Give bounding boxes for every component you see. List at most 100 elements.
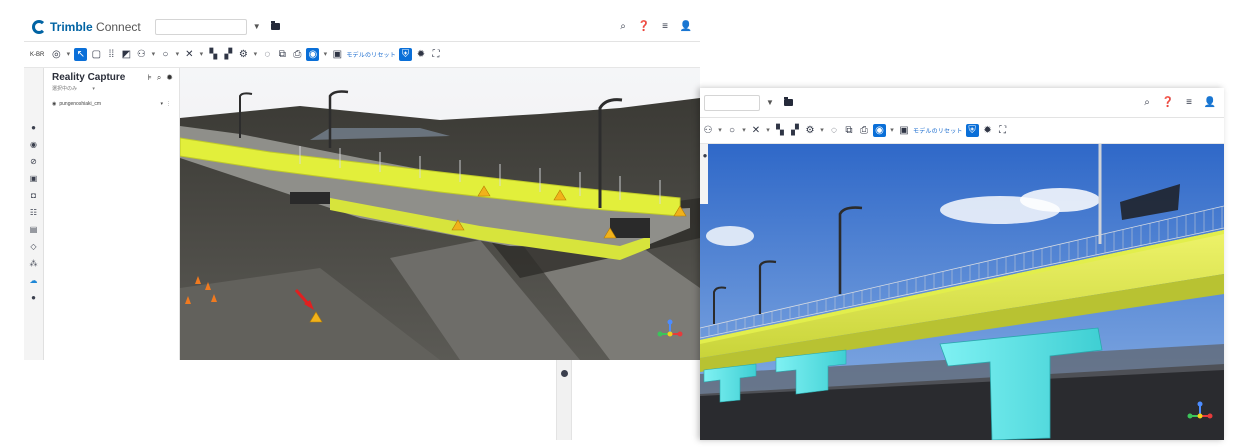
shield-icon[interactable]: ⛨ — [398, 48, 412, 61]
search-icon[interactable]: ⌕ — [1141, 97, 1153, 109]
user-icon[interactable]: 👤 — [1204, 97, 1216, 109]
help-icon[interactable]: ❓ — [1162, 97, 1174, 109]
menu-icon[interactable]: ≡ — [1183, 97, 1195, 109]
section-box-icon[interactable]: ▞ — [222, 49, 234, 61]
tree-icon[interactable]: ⚇ — [702, 125, 714, 137]
markup-icon[interactable]: ◌ — [261, 49, 273, 61]
chevron-down-icon[interactable]: ▾ — [174, 49, 180, 61]
viewer-toolbar: K-BR ◎ ▾ ↖ ▢ ⁞⁞ ◩ ⚇ ▾ ○ ▾ ✕ ▾ ▚ ▞ ⚙ ▾ ◌ ⧉ ⎙ ◉… — [24, 42, 700, 68]
checklist-icon[interactable]: ▣ — [29, 173, 39, 183]
image-icon[interactable]: ▤ — [29, 224, 39, 234]
app-logo[interactable]: Trimble Connect — [32, 19, 141, 34]
copy-icon[interactable]: ⧉ — [276, 49, 288, 61]
view-eye-icon[interactable]: ◉ — [306, 48, 320, 61]
cluster-icon[interactable]: ⁂ — [29, 258, 39, 268]
panel-filter-dropdown[interactable]: 選択中のみ ▾ — [52, 85, 171, 92]
chevron-down-icon[interactable]: ▾ — [741, 125, 747, 137]
help-icon[interactable]: ❓ — [638, 21, 650, 33]
search-icon[interactable]: ⌕ — [617, 21, 629, 33]
chevron-down-icon[interactable]: ▼ — [766, 98, 774, 107]
chevron-down-icon[interactable]: ▾ — [717, 125, 723, 137]
header-actions: ⌕ ❓ ≡ 👤 — [617, 12, 692, 42]
list-icon[interactable]: ☷ — [29, 207, 39, 217]
help-circle-icon[interactable]: ● — [29, 292, 39, 302]
layer-name: pungenoshiaki_cm — [59, 101, 102, 107]
bridge-model-scene — [700, 144, 1224, 440]
link-icon[interactable]: ⊘ — [29, 156, 39, 166]
section-icon[interactable]: ▚ — [774, 125, 786, 137]
copy-icon[interactable]: ⧉ — [843, 125, 855, 137]
search-icon[interactable]: ⌕ — [157, 73, 161, 83]
circle-icon[interactable]: ○ — [726, 125, 738, 137]
settings-icon[interactable]: ✹ — [166, 73, 173, 83]
app-header: Trimble Connect ▼ ⌕ ❓ ≡ 👤 — [24, 12, 700, 42]
model-reset-button[interactable]: モデルのリセット — [913, 126, 963, 135]
settings-icon[interactable]: ⚙ — [804, 125, 816, 137]
clipboard-icon[interactable]: ⎙ — [291, 49, 303, 61]
save-icon[interactable]: ▣ — [331, 49, 343, 61]
section-box-icon[interactable]: ▞ — [789, 125, 801, 137]
view-eye-icon[interactable]: ◉ — [873, 124, 886, 137]
logo-suffix: Connect — [96, 19, 141, 34]
folder-icon[interactable] — [783, 97, 793, 106]
circle-icon[interactable]: ○ — [159, 49, 171, 61]
back-label[interactable]: K-BR — [30, 52, 44, 58]
select-pointer-icon[interactable]: ↖ — [74, 48, 88, 61]
chevron-down-icon[interactable]: ▾ — [150, 49, 156, 61]
tag-icon[interactable]: ◇ — [29, 241, 39, 251]
gear-icon[interactable]: ✹ — [982, 125, 994, 137]
save-icon[interactable]: ▣ — [898, 125, 910, 137]
left-connect-window: Trimble Connect ▼ ⌕ ❓ ≡ 👤 K-BR ◎ ▾ ↖ ▢ ⁞⁞… — [24, 12, 700, 360]
panel-tools: ⊧ ⌕ ✹ — [148, 73, 173, 83]
gear-icon[interactable]: ✹ — [415, 49, 427, 61]
chevron-down-icon[interactable]: ▾ — [819, 125, 825, 137]
fullscreen-icon[interactable]: ⛶ — [997, 125, 1009, 137]
project-selector[interactable] — [154, 18, 247, 35]
user-icon[interactable]: 👤 — [680, 21, 692, 33]
grid-icon[interactable]: ⁞⁞ — [105, 49, 117, 61]
tree-icon[interactable]: ⚇ — [135, 49, 147, 61]
chevron-down-icon[interactable]: ▾ — [889, 125, 895, 137]
visibility-icon[interactable]: ◎ — [50, 49, 62, 61]
model-reset-button[interactable]: モデルのリセット — [346, 50, 396, 59]
header-actions: ⌕ ❓ ≡ 👤 — [1141, 88, 1216, 118]
location-icon[interactable]: ◉ — [29, 139, 39, 149]
markup-icon[interactable]: ◌ — [828, 125, 840, 137]
side-rail: ● — [700, 144, 708, 204]
chevron-down-icon[interactable]: ▾ — [65, 49, 71, 61]
panel-subtitle: 選択中のみ — [52, 86, 78, 92]
shield-icon[interactable]: ⛨ — [965, 124, 979, 137]
chevron-down-icon[interactable]: ▼ — [253, 22, 261, 31]
model-icon[interactable]: ◩ — [120, 49, 132, 61]
hidden-panel-strip — [556, 360, 572, 440]
help-circle-icon[interactable] — [561, 370, 568, 377]
folder-icon[interactable] — [270, 21, 280, 30]
filter-icon[interactable]: ⊧ — [148, 73, 152, 83]
measure-icon[interactable]: ✕ — [183, 49, 195, 61]
chevron-down-icon[interactable]: ▾ — [198, 49, 204, 61]
point-cloud-scene — [180, 68, 700, 360]
list-item[interactable]: ◉ pungenoshiaki_cm ▾ ⋮ — [52, 101, 171, 107]
clipboard-icon[interactable]: ⎙ — [858, 125, 870, 137]
chevron-down-icon[interactable]: ▾ — [765, 125, 771, 137]
viewer-toolbar: ⚇ ▾ ○ ▾ ✕ ▾ ▚ ▞ ⚙ ▾ ◌ ⧉ ⎙ ◉ ▾ ▣ モデルのリセット ⛨ ✹ … — [700, 118, 1224, 144]
settings-icon[interactable]: ⚙ — [237, 49, 249, 61]
cloud-icon[interactable]: ☁ — [29, 275, 39, 285]
camera-icon[interactable]: ◘ — [29, 190, 39, 200]
logo-text: Trimble — [50, 19, 93, 34]
point-cloud-viewer[interactable] — [180, 68, 700, 360]
fullscreen-icon[interactable]: ⛶ — [430, 49, 442, 61]
box-select-icon[interactable]: ▢ — [90, 49, 102, 61]
info-icon[interactable]: ● — [700, 150, 710, 160]
project-selector[interactable] — [704, 94, 760, 111]
chevron-down-icon[interactable]: ▾ — [322, 49, 328, 61]
section-icon[interactable]: ▚ — [207, 49, 219, 61]
visibility-eye-icon[interactable]: ◉ — [52, 101, 56, 107]
more-icon[interactable]: ⋮ — [166, 101, 171, 107]
chevron-down-icon[interactable]: ▾ — [160, 101, 163, 107]
bim-model-viewer[interactable] — [700, 144, 1224, 440]
menu-icon[interactable]: ≡ — [659, 21, 671, 33]
measure-icon[interactable]: ✕ — [750, 125, 762, 137]
info-icon[interactable]: ● — [29, 122, 39, 132]
chevron-down-icon[interactable]: ▾ — [252, 49, 258, 61]
